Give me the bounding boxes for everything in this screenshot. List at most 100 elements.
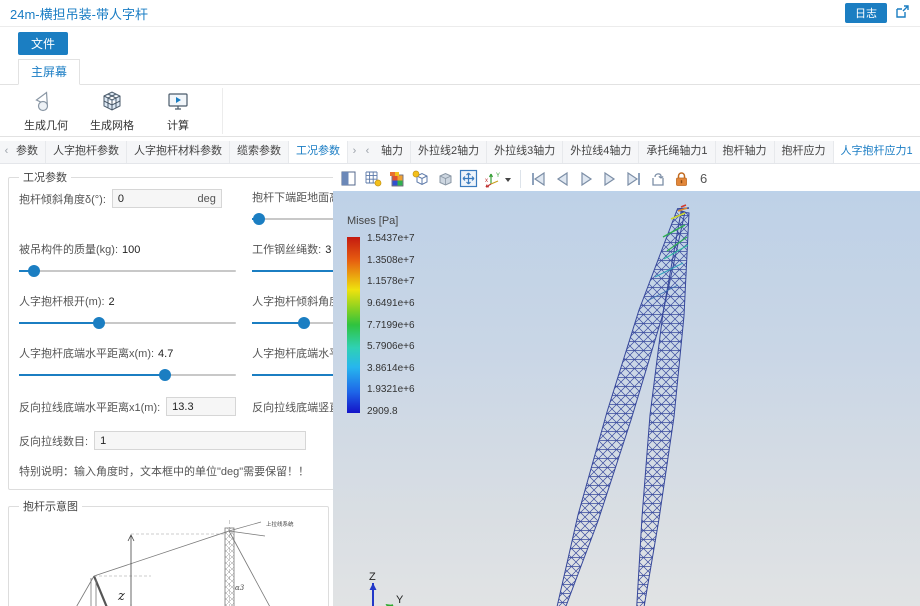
field-label: 工作钢丝绳数: [252,244,321,256]
ribbon: 生成几何 生成网格 计算 [0,84,920,137]
previous-frame-icon[interactable] [552,169,571,188]
field-label: 人字抱杆底端水平距离x(m): [19,348,154,360]
tab-pole-stress[interactable]: 抱杆应力 [775,141,834,163]
field-value: 2 [109,296,115,308]
herringbone-spread-slider[interactable] [19,316,236,330]
hoisted-mass-slider[interactable] [19,264,236,278]
legend-tick: 1.5437e+7 [367,233,415,244]
viewport-toolbar: Yx 6 [333,166,920,193]
pole-schematic-drawing: z x x1 z1 δ1 α3 上拉线系统 承托绳系统 [19,518,318,606]
tab-cable-params[interactable]: 缆索参数 [230,141,289,163]
tab-outer-line3-axial[interactable]: 外拉线3轴力 [487,141,563,163]
field-value: 100 [122,244,140,256]
tab-home-screen[interactable]: 主屏幕 [18,59,80,85]
main-area: 工况参数 抱杆倾斜角度δ(°): 0 deg 抱杆下端距地面高度h(m):0 [0,164,920,606]
legend-tick: 1.1578e+7 [367,276,415,287]
tab-pole-axial[interactable]: 抱杆轴力 [716,141,775,163]
last-frame-icon[interactable] [624,169,643,188]
geometry-icon [34,89,58,116]
tab-param-clipped[interactable]: 参数 [13,141,46,163]
tab-herringbone-pole-stress1[interactable]: 人字抱杆应力1 [834,141,920,163]
unit-suffix: deg [198,193,216,205]
compute-icon [166,89,190,116]
document-tab-strip: ‹ 参数 人字抱杆参数 人字抱杆材料参数 缆索参数 工况参数 › ‹ 轴力 外拉… [0,141,920,164]
field-label: 被吊构件的质量(kg): [19,244,118,256]
log-button[interactable]: 日志 [845,3,887,23]
axis-label-y: Y [396,594,404,606]
field-value: 3 [325,244,331,256]
parameter-panel: 工况参数 抱杆倾斜角度δ(°): 0 deg 抱杆下端距地面高度h(m):0 [0,164,333,606]
stress-legend: Mises [Pa] 1.5437e+7 1.3508e+7 1.1578e+7… [347,215,415,417]
tab-herringbone-pole-params[interactable]: 人字抱杆参数 [46,141,127,163]
svg-text:Y: Y [496,173,500,179]
title-bar: 24m-横担吊装-带人字杆 日志 [0,0,920,27]
axis-label-z: Z [369,571,376,583]
svg-text:x: x [485,178,488,184]
dim-label-alpha3: α3 [235,584,245,592]
dim-label-z: z [117,589,125,604]
field-value: 13.3 [172,401,193,413]
ribbon-group: 生成几何 生成网格 计算 [18,88,223,134]
3d-viewport[interactable]: Mises [Pa] 1.5437e+7 1.3508e+7 1.1578e+7… [333,193,920,606]
legend-tick: 1.3508e+7 [367,255,415,266]
view-orientation-dropdown[interactable]: Yx [483,169,513,188]
tab-outer-line4-axial[interactable]: 外拉线4轴力 [563,141,639,163]
generate-geometry-button[interactable]: 生成几何 [18,88,74,134]
param-tabs-scroll-right[interactable]: › [348,141,361,163]
next-frame-icon[interactable] [600,169,619,188]
legend-tick: 1.9321e+6 [367,384,415,395]
ribbon-button-label: 生成几何 [24,117,68,133]
result-tabs-scroll-left[interactable]: ‹ [361,141,374,163]
frame-number: 6 [700,171,707,186]
show-mesh-icon[interactable] [363,169,382,188]
axis-triad: Z Y X [359,569,411,606]
ribbon-tab-row: 主屏幕 [0,59,920,84]
mesh-icon [100,89,124,116]
param-tabs-scroll-left[interactable]: ‹ [0,141,13,163]
field-herringbone-spread: 人字抱杆根开(m): 2 [19,293,236,330]
field-label: 反向拉线底端水平距离x1(m): [19,399,160,415]
tab-herringbone-pole-material-params[interactable]: 人字抱杆材料参数 [127,141,230,163]
lock-icon[interactable] [672,169,691,188]
pole-tilt-angle-input[interactable]: 0 deg [112,189,222,208]
fit-view-icon[interactable] [459,169,478,188]
field-label: 抱杆倾斜角度δ(°): [19,191,106,207]
ribbon-button-label: 计算 [167,117,189,133]
wireframe-cube-icon[interactable] [411,169,430,188]
export-animation-icon[interactable] [648,169,667,188]
external-link-icon[interactable] [895,4,910,22]
field-label: 人字抱杆根开(m): [19,296,105,308]
field-value: 4.7 [158,348,173,360]
fieldset-legend: 抱杆示意图 [19,498,82,514]
reverse-line-count-input[interactable]: 1 [94,431,306,450]
play-icon[interactable] [576,169,595,188]
menu-bar: 文件 [0,27,920,59]
first-frame-icon[interactable] [528,169,547,188]
shaded-cube-icon[interactable] [435,169,454,188]
tab-support-rope-axial1[interactable]: 承托绳轴力1 [639,141,715,163]
bottom-horizontal-distance-x-slider[interactable] [19,368,236,382]
fieldset-legend: 工况参数 [19,169,71,185]
field-bottom-horizontal-distance-x: 人字抱杆底端水平距离x(m): 4.7 [19,345,236,382]
reverse-line-x1-input[interactable]: 13.3 [166,397,236,416]
pole-schematic-fieldset: 抱杆示意图 [8,498,329,606]
field-hoisted-mass: 被吊构件的质量(kg): 100 [19,241,236,278]
compute-button[interactable]: 计算 [150,88,206,134]
field-label: 反向拉线数目: [19,433,88,449]
field-value: 1 [100,435,106,447]
legend-tick-labels: 1.5437e+7 1.3508e+7 1.1578e+7 9.6491e+6 … [367,233,415,417]
legend-tick: 5.7906e+6 [367,341,415,352]
generate-mesh-button[interactable]: 生成网格 [84,88,140,134]
tab-axial-force[interactable]: 轴力 [374,141,411,163]
contour-result-icon[interactable] [387,169,406,188]
legend-title: Mises [Pa] [347,215,415,227]
file-button[interactable]: 文件 [18,32,68,55]
page-title: 24m-横担吊装-带人字杆 [10,4,148,23]
toolbar-separator [520,170,521,188]
clip-plane-icon[interactable] [339,169,358,188]
legend-tick: 2909.8 [367,406,415,417]
legend-colorbar [347,237,360,413]
viewport-panel: Yx 6 [333,164,920,606]
tab-outer-line2-axial[interactable]: 外拉线2轴力 [411,141,487,163]
tab-working-condition-params[interactable]: 工况参数 [289,141,348,163]
